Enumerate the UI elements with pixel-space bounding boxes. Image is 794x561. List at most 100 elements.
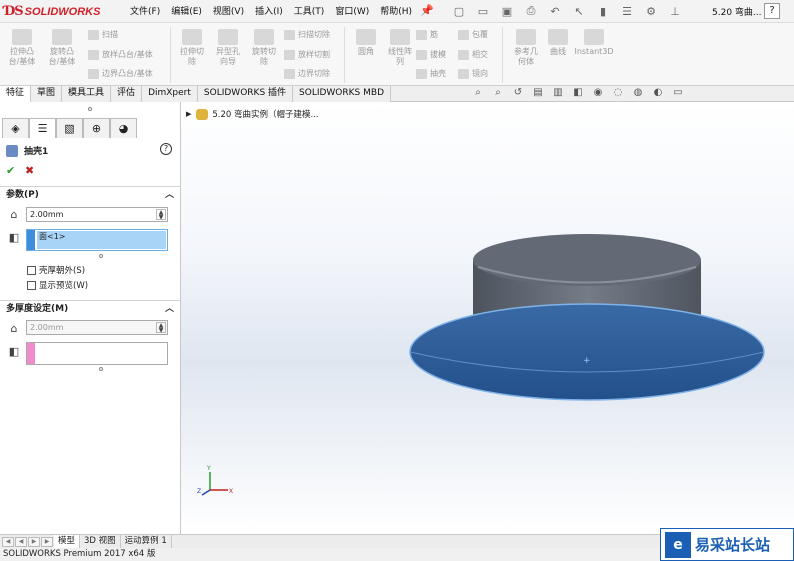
tab-3d-views[interactable]: 3D 视图 xyxy=(80,535,121,548)
spin-arrows-icon[interactable]: ▲ ▼ xyxy=(156,209,166,221)
collapse-chevron-icon[interactable]: ︿ xyxy=(165,187,174,203)
dynamic-annotation-icon[interactable]: ▥ xyxy=(550,87,566,101)
resize-handle[interactable] xyxy=(88,107,92,111)
last-tab-arrow-icon[interactable]: ▶ xyxy=(41,537,53,547)
faces-selection-box[interactable]: 面<1> xyxy=(26,229,168,251)
options-gear-icon[interactable]: ⚙ xyxy=(642,3,660,19)
resize-handle[interactable] xyxy=(99,254,103,258)
zoom-area-icon[interactable]: ⌕ xyxy=(490,87,506,101)
collapse-chevron-icon[interactable]: ︿ xyxy=(165,301,174,317)
spin-arrows-icon[interactable]: ▲ ▼ xyxy=(156,322,166,334)
open-icon[interactable]: ▭ xyxy=(474,3,492,19)
lofted-cut-button[interactable]: 放样切割 xyxy=(284,49,330,60)
previous-view-icon[interactable]: ↺ xyxy=(510,87,526,101)
curves-icon xyxy=(548,29,568,45)
selected-face-item[interactable]: 面<1> xyxy=(37,231,166,249)
edit-appearance-icon[interactable]: ◍ xyxy=(630,87,646,101)
multi-thickness-input[interactable]: 2.00mm ▲ ▼ xyxy=(26,320,168,335)
file-properties-icon[interactable]: ☰ xyxy=(618,3,636,19)
watermark-logo: e 易采站长站 xyxy=(660,528,794,561)
view-settings-icon[interactable]: ▭ xyxy=(670,87,686,101)
extruded-boss-button[interactable]: 拉伸凸 台/基体 xyxy=(2,29,42,67)
tab-mold-tools[interactable]: 模具工具 xyxy=(62,86,112,102)
draft-button[interactable]: 拔模 xyxy=(416,49,446,60)
prev-tab-arrow-icon[interactable]: ◀ xyxy=(15,537,27,547)
linear-pattern-button[interactable]: 线性阵 列 xyxy=(380,29,420,67)
first-tab-arrow-icon[interactable]: ◀ xyxy=(2,537,14,547)
sweep-label: 扫描 xyxy=(102,30,118,39)
new-document-icon[interactable]: ▢ xyxy=(450,3,468,19)
rebuild-icon[interactable]: ▮ xyxy=(594,3,612,19)
menu-window[interactable]: 窗口(W) xyxy=(335,4,369,17)
cap-top-face[interactable] xyxy=(473,234,701,286)
mirror-button[interactable]: 镜向 xyxy=(458,68,488,79)
resize-handle[interactable] xyxy=(99,367,103,371)
help-icon[interactable]: ? xyxy=(160,143,172,155)
shell-outward-checkbox[interactable]: 壳厚朝外(S) xyxy=(27,264,85,276)
zoom-to-fit-icon[interactable]: ⌕ xyxy=(470,87,486,101)
solidworks-logo[interactable]: ƊS SOLIDWORKS xyxy=(4,2,114,21)
graphics-area[interactable]: + Y X Z xyxy=(181,102,794,534)
menu-edit[interactable]: 编辑(E) xyxy=(171,4,202,17)
multi-thickness-group-header[interactable]: 多厚度设定(M) ︿ xyxy=(0,300,180,316)
menu-help[interactable]: 帮助(H) xyxy=(380,4,412,17)
menu-tools[interactable]: 工具(T) xyxy=(294,4,325,17)
extruded-cut-button[interactable]: 拉伸切 除 xyxy=(172,29,212,67)
tab-mbd[interactable]: SOLIDWORKS MBD xyxy=(293,86,391,102)
section-view-icon[interactable]: ▤ xyxy=(530,87,546,101)
feature-manager-tab-icon[interactable]: ◈ xyxy=(2,118,29,138)
shell-button[interactable]: 抽壳 xyxy=(416,68,446,79)
apply-scene-icon[interactable]: ◐ xyxy=(650,87,666,101)
tab-motion-study[interactable]: 运动算例 1 xyxy=(121,535,172,548)
parameters-group-header[interactable]: 参数(P) ︿ xyxy=(0,186,180,202)
multi-faces-selection-box[interactable] xyxy=(26,342,168,365)
tab-addins[interactable]: SOLIDWORKS 插件 xyxy=(197,86,294,102)
menu-view[interactable]: 视图(V) xyxy=(213,4,244,17)
tab-dimxpert[interactable]: DimXpert xyxy=(142,86,198,102)
loft-boss-button[interactable]: 放样凸台/基体 xyxy=(88,49,153,60)
cancel-x-icon[interactable]: ✖ xyxy=(25,164,34,177)
wrap-button[interactable]: 包覆 xyxy=(458,29,488,40)
revolved-cut-button[interactable]: 旋转切 除 xyxy=(244,29,284,67)
flyout-feature-tree[interactable]: ▶ 5.20 弯曲实例（帽子建模... xyxy=(186,108,319,120)
tab-sketch[interactable]: 草图 xyxy=(31,86,63,102)
expand-arrow-icon[interactable]: ▶ xyxy=(186,110,191,118)
dimxpert-manager-tab-icon[interactable]: ⊕ xyxy=(83,118,110,138)
thickness-input[interactable]: 2.00mm ▲ ▼ xyxy=(26,207,168,222)
menu-insert[interactable]: 插入(I) xyxy=(255,4,283,17)
configuration-manager-tab-icon[interactable]: ▧ xyxy=(56,118,83,138)
pin-icon[interactable]: 📌 xyxy=(420,4,434,17)
swept-cut-button[interactable]: 扫描切除 xyxy=(284,29,330,40)
menu-file[interactable]: 文件(F) xyxy=(130,4,160,17)
display-style-icon[interactable]: ◉ xyxy=(590,87,606,101)
boundary-cut-label: 边界切除 xyxy=(298,69,330,78)
hole-wizard-button[interactable]: 异型孔 向导 xyxy=(208,29,248,67)
tab-features[interactable]: 特征 xyxy=(0,86,32,102)
save-icon[interactable]: ▣ xyxy=(498,3,516,19)
brim-face-selected[interactable] xyxy=(409,303,765,401)
show-preview-checkbox[interactable]: 显示预览(W) xyxy=(27,279,88,291)
intersect-button[interactable]: 相交 xyxy=(458,49,488,60)
rib-button[interactable]: 筋 xyxy=(416,29,438,40)
instant3d-button[interactable]: Instant3D xyxy=(572,29,616,57)
print-icon[interactable]: ⎙ xyxy=(522,3,540,19)
boundary-boss-button[interactable]: 边界凸台/基体 xyxy=(88,68,153,79)
boundary-icon xyxy=(88,68,99,79)
tab-model[interactable]: 模型 xyxy=(54,535,81,548)
property-manager-tab-icon[interactable]: ☰ xyxy=(29,118,56,138)
ok-check-icon[interactable]: ✔ xyxy=(6,164,15,177)
tab-evaluate[interactable]: 评估 xyxy=(111,86,143,102)
display-manager-tab-icon[interactable]: ◕ xyxy=(110,118,137,138)
undo-icon[interactable]: ↶ xyxy=(546,3,564,19)
revolved-boss-button[interactable]: 旋转凸 台/基体 xyxy=(42,29,82,67)
help-search-button[interactable]: ? xyxy=(764,3,780,19)
checkbox-box[interactable] xyxy=(27,265,36,275)
boundary-cut-button[interactable]: 边界切除 xyxy=(284,68,330,79)
select-icon[interactable]: ↖ xyxy=(570,3,588,19)
hide-show-items-icon[interactable]: ◌ xyxy=(610,87,626,101)
sweep-button[interactable]: 扫描 xyxy=(88,29,118,40)
pin-toolbar-icon[interactable]: ⊥ xyxy=(666,3,684,19)
view-orientation-icon[interactable]: ◧ xyxy=(570,87,586,101)
next-tab-arrow-icon[interactable]: ▶ xyxy=(28,537,40,547)
checkbox-box[interactable] xyxy=(27,280,36,290)
